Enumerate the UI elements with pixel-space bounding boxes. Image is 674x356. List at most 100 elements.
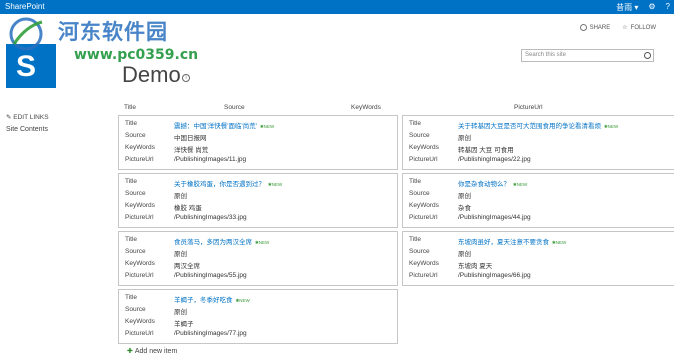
watermark-line2: www.pc0359.cn	[74, 47, 199, 63]
field-label: Source	[125, 306, 146, 313]
gear-icon[interactable]: ⚙	[648, 2, 655, 13]
field-label: PictureUrl	[125, 156, 154, 163]
help-icon[interactable]: ?	[666, 2, 670, 13]
item-keywords: 杂食	[458, 205, 471, 212]
column-header-pictureurl[interactable]: PictureUrl	[514, 104, 543, 111]
item-pictureurl: /PublishingImages/77.jpg	[174, 330, 247, 337]
edit-links-link[interactable]: ✎ EDIT LINKS	[6, 113, 49, 121]
item-keywords: 东坡肉 夏天	[458, 263, 493, 270]
list-item: Title 羊蝎子，冬季好吃食 ✱NEW Source 原创 KeyWords 羊蝎子 …	[118, 289, 398, 344]
item-source: 原创	[174, 309, 187, 316]
field-label: Title	[409, 120, 422, 127]
user-menu[interactable]: 昔雨 ▾	[616, 2, 638, 13]
field-label: KeyWords	[409, 144, 439, 151]
item-keywords: 两汉全席	[174, 263, 200, 270]
follow-button[interactable]: ☆ FOLLOW	[622, 24, 656, 32]
item-title-link[interactable]: 震撼：中国'洋快餐'面临'尚荒' ✱NEW	[174, 120, 274, 130]
field-label: Source	[409, 190, 430, 197]
suite-right: 昔雨 ▾ ⚙ ?	[616, 2, 670, 13]
item-source: 原创	[174, 251, 187, 258]
share-follow-bar: SHARE ☆ FOLLOW	[579, 24, 656, 32]
field-label: Title	[125, 178, 138, 185]
field-label: PictureUrl	[125, 214, 154, 221]
site-title[interactable]: Demo	[122, 62, 181, 88]
list-item: Title 食员落马，多因为两汉全席 ✱NEW Source 原创 KeyWords 两…	[118, 231, 398, 286]
star-icon: ☆	[622, 25, 628, 31]
item-title-link[interactable]: 你是杂食动物么？ ✱NEW	[458, 178, 527, 188]
add-new-label: Add new item	[134, 348, 178, 355]
edit-links-label: EDIT LINKS	[13, 114, 49, 121]
field-label: Title	[125, 236, 138, 243]
item-keywords: 洋快餐 尚荒	[174, 147, 209, 154]
brand-label[interactable]: SharePoint	[5, 2, 45, 11]
item-pictureurl: /PublishingImages/22.jpg	[458, 156, 531, 163]
info-icon[interactable]: i	[182, 74, 190, 82]
item-title-link[interactable]: 食员落马，多因为两汉全席 ✱NEW	[174, 236, 269, 246]
field-label: KeyWords	[125, 318, 155, 325]
new-badge: ✱NEW	[259, 124, 275, 129]
item-source: 原创	[458, 135, 471, 142]
field-label: KeyWords	[125, 144, 155, 151]
item-title-link[interactable]: 关于橡胶鸡蛋，你是否遇到过？ ✱NEW	[174, 178, 282, 188]
share-label: SHARE	[589, 24, 611, 31]
column-header-keywords[interactable]: KeyWords	[351, 104, 381, 111]
item-title-link[interactable]: 东坡肉虽好，夏天注意不要贪食 ✱NEW	[458, 236, 566, 246]
field-label: PictureUrl	[409, 214, 438, 221]
item-pictureurl: /PublishingImages/66.jpg	[458, 272, 531, 279]
list-item: Title 东坡肉虽好，夏天注意不要贪食 ✱NEW Source 原创 KeyWord…	[402, 231, 674, 286]
item-pictureurl: /PublishingImages/44.jpg	[458, 214, 531, 221]
list-item: Title 你是杂食动物么？ ✱NEW Source 原创 KeyWords 杂食 Pi…	[402, 173, 674, 228]
new-badge: ✱NEW	[604, 124, 619, 129]
add-new-item-link[interactable]: ✚ Add new item	[127, 347, 177, 355]
item-source: 原创	[174, 193, 187, 200]
search-icon[interactable]	[644, 52, 651, 59]
follow-label: FOLLOW	[630, 24, 656, 31]
watermark-logo-icon	[9, 17, 43, 51]
field-label: KeyWords	[125, 202, 155, 209]
field-label: PictureUrl	[125, 330, 154, 337]
search-placeholder: Search this site	[525, 52, 567, 58]
list-item: Title 关于橡胶鸡蛋，你是否遇到过？ ✱NEW Source 原创 KeyWord…	[118, 173, 398, 228]
field-label: Source	[125, 132, 146, 139]
search-input[interactable]: Search this site	[521, 49, 654, 62]
field-label: Source	[125, 190, 146, 197]
item-title-link[interactable]: 羊蝎子，冬季好吃食 ✱NEW	[174, 294, 250, 304]
site-contents-link[interactable]: Site Contents	[6, 126, 48, 133]
share-button[interactable]: SHARE	[579, 24, 611, 31]
share-icon	[579, 24, 587, 31]
field-label: KeyWords	[409, 202, 439, 209]
column-header-source[interactable]: Source	[224, 104, 245, 111]
item-source: 原创	[458, 251, 471, 258]
new-badge: ✱NEW	[268, 182, 283, 187]
list-item: Title 关于转基因大豆是否可大范围食用的争论看清看烦 ✱NEW Source 原创…	[402, 115, 674, 170]
item-keywords: 橡胶 鸡蛋	[174, 205, 202, 212]
item-source: 中国日报网	[174, 135, 207, 142]
field-label: Source	[409, 132, 430, 139]
item-keywords: 转基因 大豆 可食用	[458, 147, 514, 154]
field-label: KeyWords	[409, 260, 439, 267]
new-badge: ✱NEW	[552, 240, 567, 245]
item-pictureurl: /PublishingImages/33.jpg	[174, 214, 247, 221]
suite-bar: SharePoint 昔雨 ▾ ⚙ ?	[0, 0, 674, 14]
plus-icon: ✚	[127, 348, 133, 355]
item-pictureurl: /PublishingImages/11.jpg	[174, 156, 247, 163]
field-label: PictureUrl	[409, 156, 438, 163]
field-label: Source	[409, 248, 430, 255]
new-badge: ✱NEW	[255, 240, 270, 245]
column-header-title[interactable]: Title	[124, 104, 136, 111]
item-title-link[interactable]: 关于转基因大豆是否可大范围食用的争论看清看烦 ✱NEW	[458, 120, 618, 130]
field-label: Title	[409, 236, 422, 243]
field-label: Source	[125, 248, 146, 255]
field-label: Title	[409, 178, 422, 185]
item-source: 原创	[458, 193, 471, 200]
new-badge: ✱NEW	[513, 182, 528, 187]
field-label: Title	[125, 294, 138, 301]
item-pictureurl: /PublishingImages/55.jpg	[174, 272, 247, 279]
field-label: PictureUrl	[125, 272, 154, 279]
new-badge: ✱NEW	[235, 298, 250, 303]
watermark-line1: 河东软件园	[58, 20, 168, 44]
field-label: Title	[125, 120, 138, 127]
list-item: Title 震撼：中国'洋快餐'面临'尚荒' ✱NEW Source 中国日报网 Ke…	[118, 115, 398, 170]
field-label: KeyWords	[125, 260, 155, 267]
item-keywords: 羊蝎子	[174, 321, 194, 328]
